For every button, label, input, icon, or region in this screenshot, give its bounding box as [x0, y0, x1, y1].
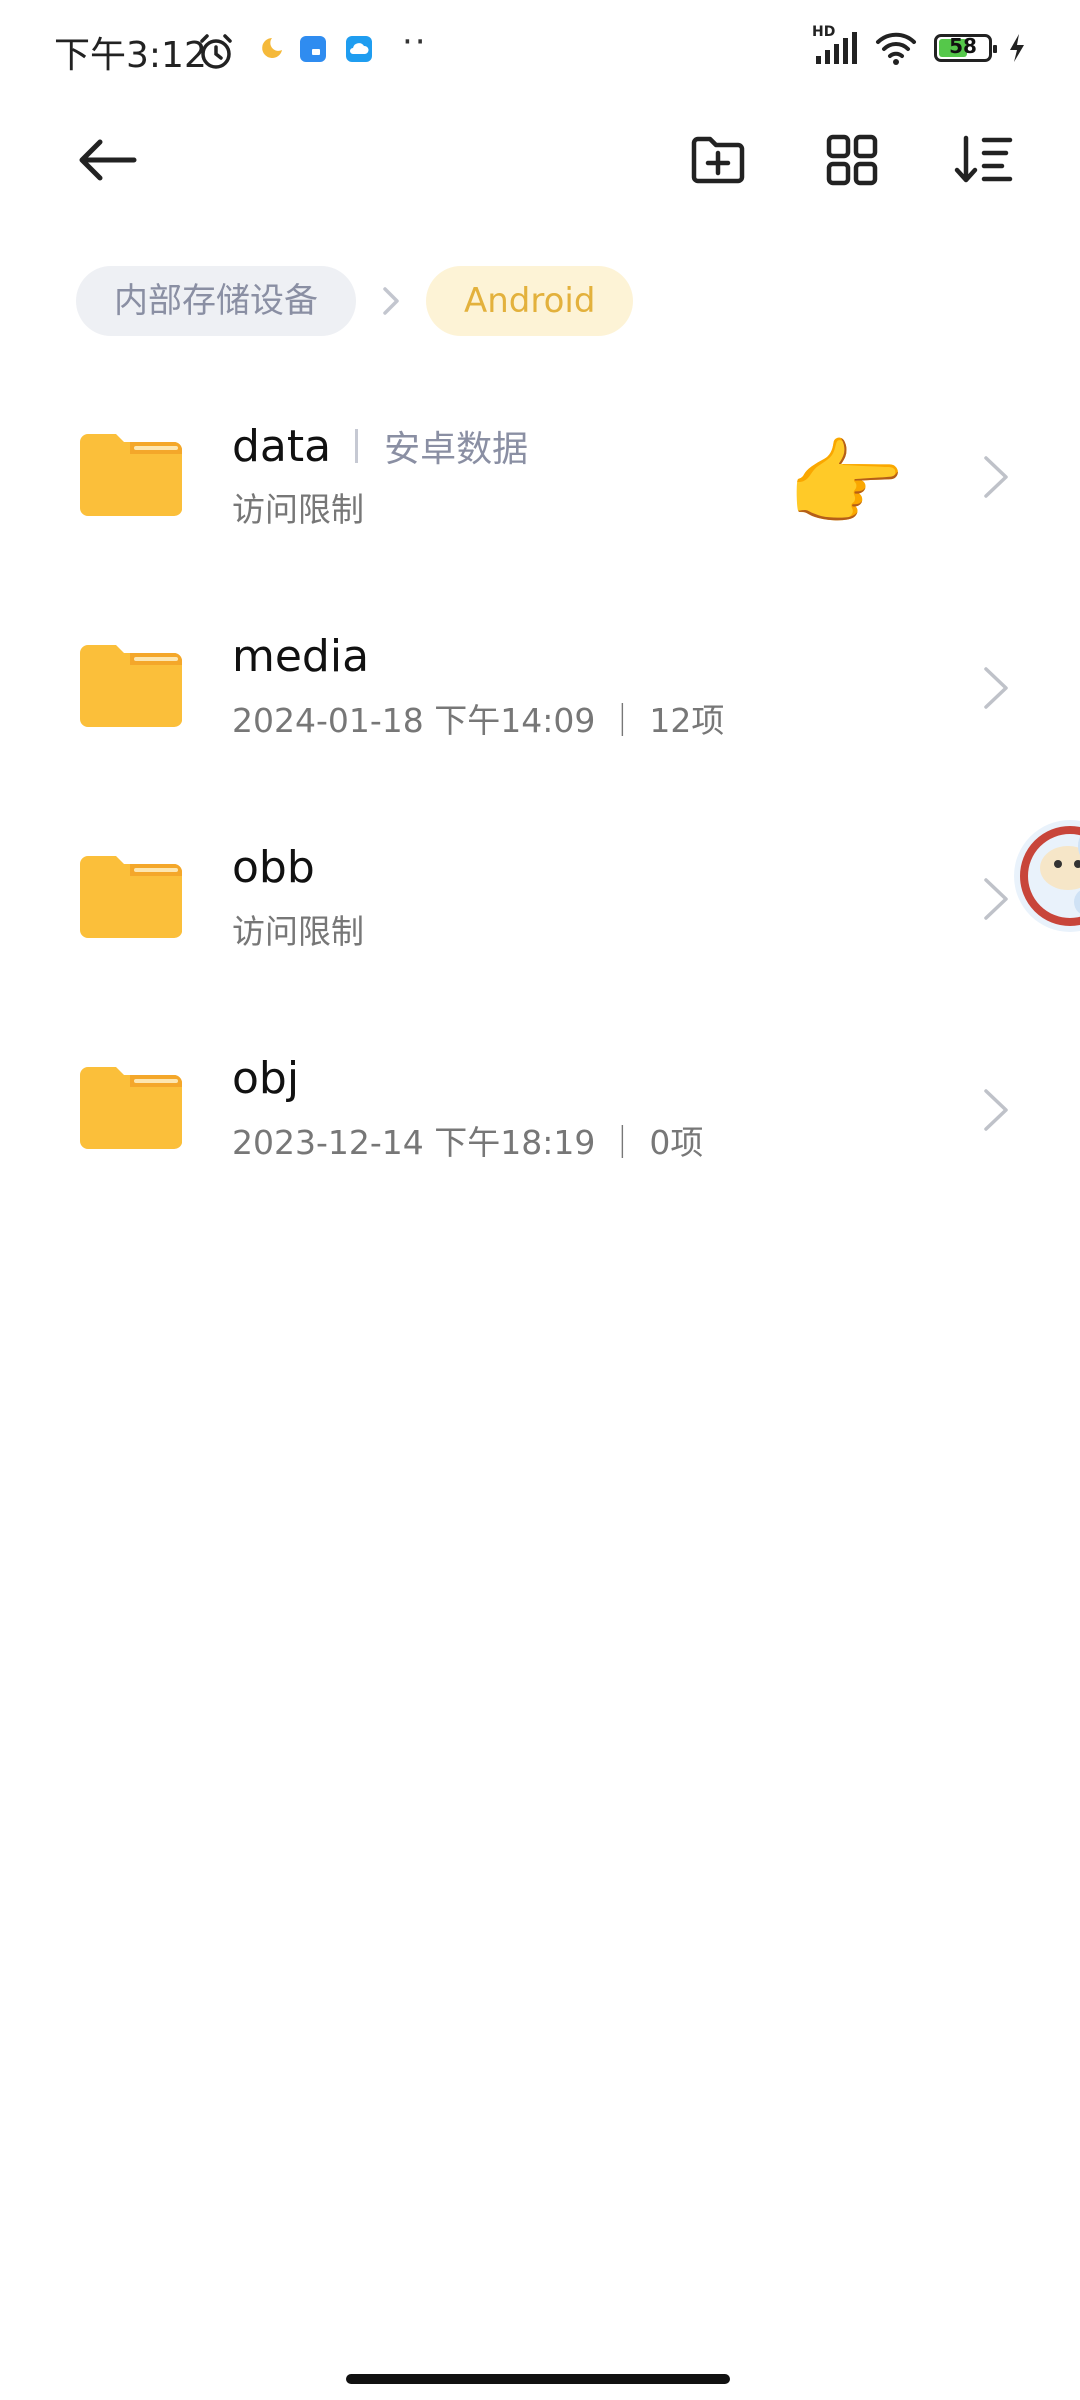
wifi-icon	[876, 32, 916, 65]
breadcrumb-separator	[356, 266, 426, 336]
file-row-obj[interactable]: obj 2023-12-14 下午18:19 ｜ 0项	[0, 1013, 1080, 1224]
chevron-right-icon	[984, 1089, 1008, 1131]
file-subtitle: 访问限制	[232, 490, 364, 529]
breadcrumb-root[interactable]: 内部存储设备	[76, 266, 356, 336]
file-row-data[interactable]: data 安卓数据 访问限制 👉	[0, 380, 1080, 591]
file-subtitle: 2024-01-18 下午14:09 ｜ 12项	[232, 701, 725, 740]
folder-icon	[80, 434, 182, 517]
status-time: 下午3:12	[54, 35, 207, 76]
status-bar: 下午3:12 ·· HD 58	[0, 0, 1080, 100]
charging-icon	[1010, 34, 1024, 62]
breadcrumb-current[interactable]: Android	[426, 266, 634, 336]
folder-icon	[80, 645, 182, 728]
file-list: data 安卓数据 访问限制 👉 media 2024-01-18 下午14:0…	[0, 380, 1080, 1224]
sort-button[interactable]	[944, 120, 1024, 200]
view-toggle-button[interactable]	[812, 120, 892, 200]
file-name: obj	[232, 1053, 300, 1104]
file-name: obb	[232, 842, 315, 893]
signal-icon: HD	[812, 24, 858, 66]
toolbar	[0, 110, 1080, 210]
back-button[interactable]	[68, 120, 148, 200]
back-arrow-icon	[79, 139, 137, 181]
file-name: data	[232, 420, 332, 472]
new-folder-icon	[691, 136, 745, 184]
file-row-media[interactable]: media 2024-01-18 下午14:09 ｜ 12项	[0, 591, 1080, 802]
file-tag: 安卓数据	[355, 420, 528, 472]
pointing-hand-icon: 👉	[786, 428, 906, 540]
moon-icon	[262, 38, 282, 58]
sort-icon	[954, 135, 1013, 183]
grid-view-icon	[826, 134, 878, 186]
file-subtitle: 2023-12-14 下午18:19 ｜ 0项	[232, 1123, 704, 1162]
status-right-icons: HD 58	[812, 24, 1026, 66]
folder-icon	[80, 1067, 182, 1150]
breadcrumb: 内部存储设备 Android	[76, 266, 634, 336]
chevron-right-icon	[383, 287, 399, 315]
gallery-app-icon	[300, 36, 326, 62]
cloud-app-icon	[346, 36, 372, 62]
file-row-obb[interactable]: obb 访问限制	[0, 802, 1080, 1013]
new-folder-button[interactable]	[678, 120, 758, 200]
file-name: media	[232, 631, 370, 682]
home-indicator[interactable]	[346, 2374, 730, 2384]
chevron-right-icon	[984, 667, 1008, 709]
file-tag-label: 安卓数据	[384, 429, 529, 470]
folder-icon	[80, 856, 182, 939]
battery-level: 58	[949, 34, 977, 58]
file-title: obb	[232, 842, 315, 893]
file-title: media	[232, 631, 369, 682]
alarm-icon	[200, 34, 232, 69]
more-notifications-dots: ··	[402, 22, 428, 62]
battery-icon: 58	[934, 34, 997, 62]
file-subtitle: 访问限制	[232, 912, 364, 951]
file-title: data 安卓数据	[232, 420, 528, 472]
floating-assistant-icon[interactable]	[1000, 806, 1080, 946]
chevron-right-icon	[984, 456, 1008, 498]
file-title: obj	[232, 1053, 299, 1104]
